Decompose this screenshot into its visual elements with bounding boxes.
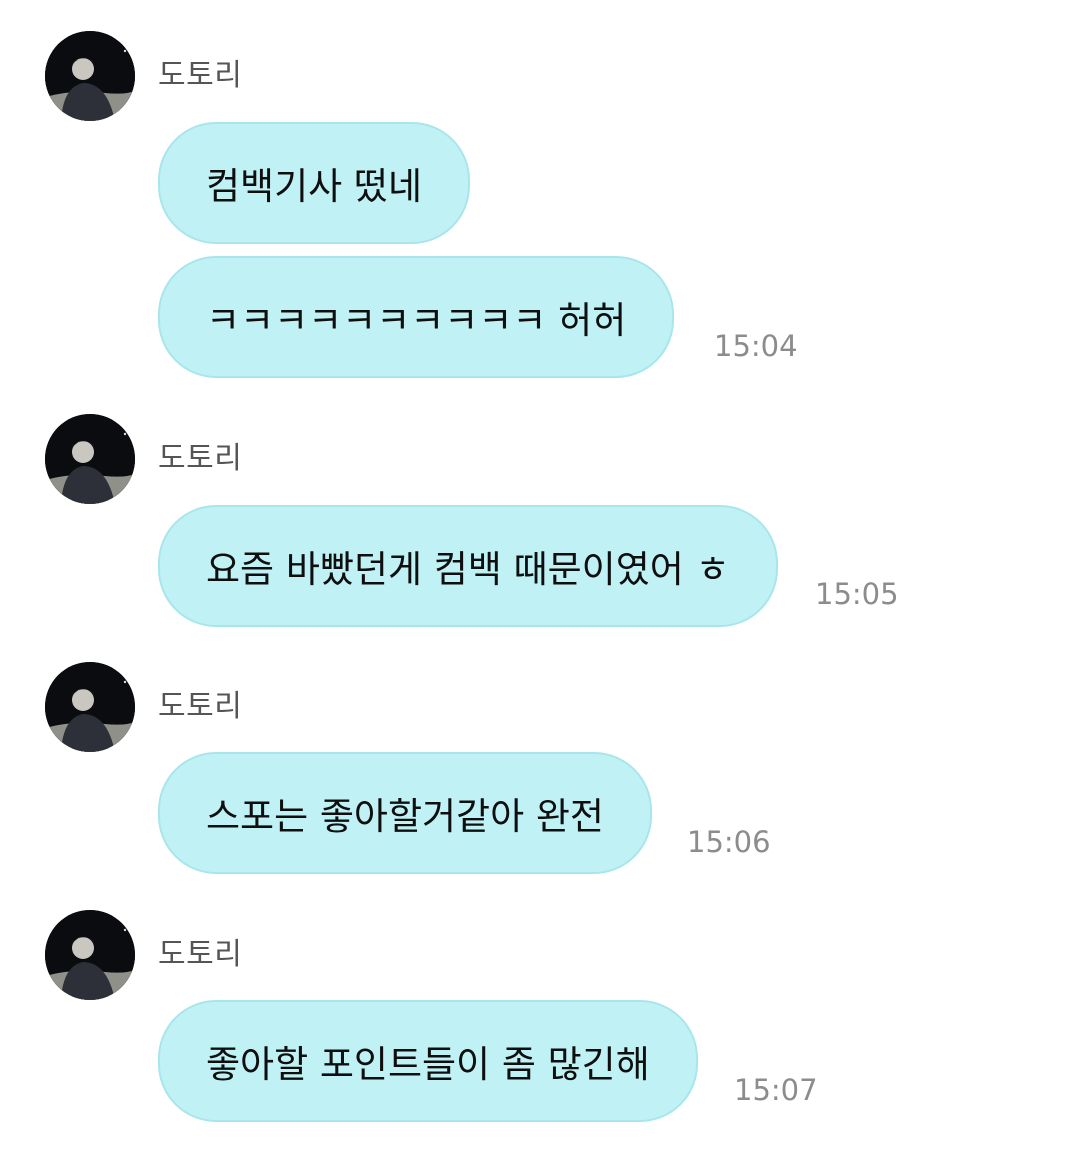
sender-name: 도토리 — [158, 689, 243, 724]
message-timestamp: 15:05 — [815, 577, 899, 611]
message-bubble[interactable]: 좋아할 포인트들이 좀 많긴해 — [158, 1000, 698, 1122]
message-bubble[interactable]: 요즘 바빴던게 컴백 때문이였어 ㅎ — [158, 505, 778, 627]
message-timestamp: 15:04 — [714, 329, 798, 363]
avatar[interactable] — [45, 662, 135, 752]
message-timestamp: 15:06 — [687, 825, 771, 859]
message-bubble[interactable]: 스포는 좋아할거같아 완전 — [158, 752, 652, 874]
message-bubble[interactable]: 컴백기사 떴네 — [158, 122, 471, 244]
avatar[interactable] — [45, 31, 135, 121]
avatar[interactable] — [45, 414, 135, 504]
sender-name: 도토리 — [158, 58, 243, 93]
profile-photo-icon — [45, 31, 135, 121]
sender-name: 도토리 — [158, 441, 243, 476]
sender-name: 도토리 — [158, 937, 243, 972]
avatar[interactable] — [45, 910, 135, 1000]
profile-photo-icon — [45, 662, 135, 752]
profile-photo-icon — [45, 414, 135, 504]
message-timestamp: 15:07 — [734, 1073, 818, 1107]
message-bubble[interactable]: ㅋㅋㅋㅋㅋㅋㅋㅋㅋㅋ 허허 — [158, 256, 675, 378]
profile-photo-icon — [45, 910, 135, 1000]
